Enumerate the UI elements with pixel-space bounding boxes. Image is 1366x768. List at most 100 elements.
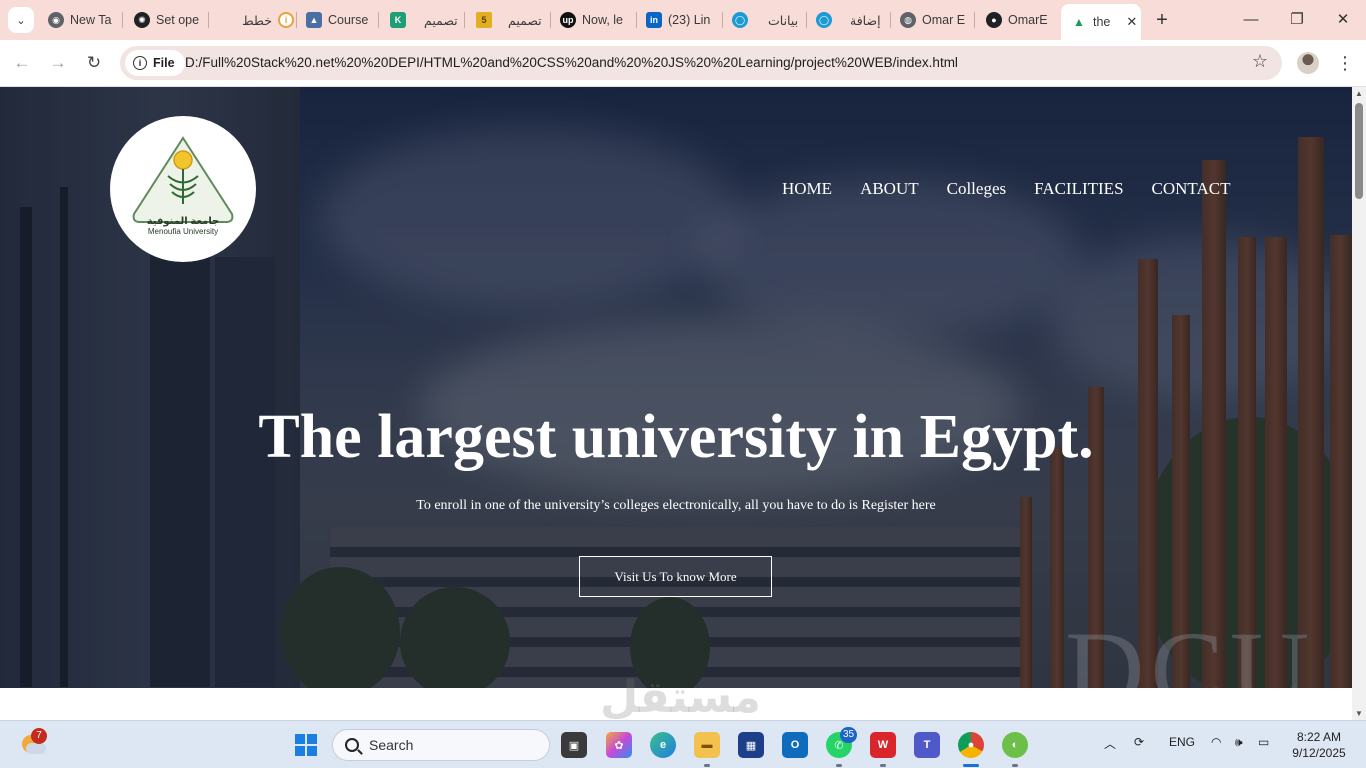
ring-icon: ◯ <box>816 12 832 28</box>
tab-linkedin[interactable]: in (23) Lin <box>640 6 716 34</box>
weather-cloud-icon <box>26 743 46 754</box>
scroll-thumb[interactable] <box>1355 103 1363 199</box>
store-icon[interactable]: ▦ <box>738 732 764 758</box>
page-viewport: DCU جامعة المنوفية Menoufia University H… <box>0 87 1352 720</box>
wps-office-icon[interactable]: W <box>870 732 896 758</box>
nav-home-link[interactable]: HOME <box>782 179 832 199</box>
nav-about-link[interactable]: ABOUT <box>860 179 919 199</box>
course-icon: ▲ <box>306 12 322 28</box>
app-green-icon[interactable]: ◐ <box>1002 732 1028 758</box>
tab-design-1[interactable]: K تصميم <box>384 6 460 34</box>
tab-label: خطط <box>242 13 272 28</box>
arrow-right-icon: → <box>49 53 67 72</box>
file-explorer-icon[interactable]: ▬ <box>694 732 720 758</box>
browser-toolbar: ← → ↻ i File D:/Full%20Stack%20.net%20%2… <box>0 40 1366 87</box>
weather-widget[interactable]: 7 <box>20 728 47 757</box>
hero-section: DCU جامعة المنوفية Menoufia University H… <box>0 87 1352 688</box>
page-scrollbar[interactable]: ▲ ▼ <box>1352 87 1366 720</box>
tab-github[interactable]: ● OmarE <box>980 6 1056 34</box>
chrome-taskbar-icon[interactable]: ● <box>958 732 984 758</box>
chevron-down-icon: ⌄ <box>16 14 26 27</box>
close-tab-icon[interactable]: ✕ <box>1126 14 1137 30</box>
battery-icon[interactable]: ▭ <box>1258 735 1269 749</box>
tab-set-ope[interactable]: ✺ Set ope <box>128 6 204 34</box>
show-hidden-icons-chevron-up-icon[interactable]: ︿ <box>1104 735 1116 752</box>
tab-label: (23) Lin <box>668 13 711 27</box>
tab-label: إضافة <box>850 13 881 28</box>
edge-icon[interactable]: e <box>650 732 676 758</box>
nav-colleges-link[interactable]: Colleges <box>947 179 1007 199</box>
volume-icon[interactable]: 🕪 <box>1235 735 1243 750</box>
tab-add[interactable]: ◯ إضافة <box>810 6 886 34</box>
menu-kebab-icon[interactable]: ⋮ <box>1336 51 1354 75</box>
nav-contact-link[interactable]: CONTACT <box>1152 179 1231 199</box>
tab-omar-e[interactable]: ◍ Omar E <box>894 6 970 34</box>
weather-badge: 7 <box>31 728 47 744</box>
tab-design-2[interactable]: 5 تصميم <box>470 6 546 34</box>
clock-date: 9/12/2025 <box>1292 746 1346 760</box>
search-placeholder: Search <box>369 737 414 753</box>
reload-icon: ↻ <box>86 53 102 72</box>
tab-label: Now, le <box>582 13 623 27</box>
clock-time: 8:22 AM <box>1296 730 1342 744</box>
main-nav: HOME ABOUT Colleges FACILITIES CONTACT <box>782 179 1230 199</box>
scroll-down-icon[interactable]: ▼ <box>1355 709 1363 718</box>
openai-icon: ✺ <box>134 12 150 28</box>
task-view-icon[interactable]: ▣ <box>561 732 587 758</box>
new-tab-button[interactable]: + <box>1151 8 1173 32</box>
minimize-button[interactable]: — <box>1228 8 1274 32</box>
forward-button[interactable]: → <box>46 51 70 75</box>
url-text[interactable]: D:/Full%20Stack%20.net%20%20DEPI/HTML%20… <box>185 55 958 70</box>
outlook-icon[interactable]: O <box>782 732 808 758</box>
teams-icon[interactable]: T <box>914 732 940 758</box>
tab-label: بيانات <box>768 13 799 28</box>
bookmark-star-icon[interactable]: ☆ <box>1252 51 1268 72</box>
profile-avatar[interactable] <box>1297 52 1319 74</box>
drive-icon: ▲ <box>1071 14 1087 30</box>
chip-label: File <box>153 56 175 70</box>
hero-headline: The largest university in Egypt. <box>258 403 1094 471</box>
taskbar-search[interactable]: Search <box>332 729 550 761</box>
logo-english-text: Menoufia University <box>147 227 219 236</box>
tab-label: Set ope <box>156 13 200 27</box>
tab-search-button[interactable]: ⌄ <box>8 7 34 33</box>
tab-course[interactable]: ▲ Course <box>300 6 372 34</box>
system-clock[interactable]: 8:22 AM 9/12/2025 <box>1286 729 1352 761</box>
tab-label: تصميم <box>508 13 542 28</box>
info-circle-icon: i <box>278 12 294 28</box>
restore-button[interactable]: ❐ <box>1274 8 1320 32</box>
scroll-up-icon[interactable]: ▲ <box>1355 89 1363 98</box>
tab-label: OmarE <box>1008 13 1048 27</box>
linkedin-icon: in <box>646 12 662 28</box>
chrome-icon: ◉ <box>48 12 64 28</box>
address-bar[interactable]: i File D:/Full%20Stack%20.net%20%20DEPI/… <box>120 46 1282 80</box>
tab-plans[interactable]: i خطط <box>214 6 294 34</box>
language-indicator[interactable]: ENG <box>1169 735 1195 749</box>
site-info-chip[interactable]: i File <box>125 50 185 76</box>
watermark: مستقل <box>600 673 761 720</box>
tab-new-tab[interactable]: ◉ New Ta <box>42 6 118 34</box>
reload-button[interactable]: ↻ <box>82 51 106 75</box>
hero-subline: To enroll in one of the university’s col… <box>416 498 936 513</box>
logo-caption: جامعة المنوفية Menoufia University <box>131 216 235 236</box>
visit-us-button[interactable]: Visit Us To know More <box>579 556 772 597</box>
tab-strip: ⌄ ◉ New Ta ✺ Set ope i خطط ▲ Course K تص… <box>0 0 1366 40</box>
back-button[interactable]: ← <box>10 51 34 75</box>
tab-label: the <box>1093 15 1111 29</box>
close-window-button[interactable]: ✕ <box>1320 8 1366 32</box>
logo-arabic-text: جامعة المنوفية <box>146 216 220 227</box>
wifi-icon[interactable]: ◠ <box>1211 735 1221 749</box>
nav-facilities-link[interactable]: FACILITIES <box>1034 179 1123 199</box>
search-icon <box>345 738 359 752</box>
globe-icon: ◍ <box>900 12 916 28</box>
khamsat-k-icon: K <box>390 12 406 28</box>
tab-data[interactable]: ◯ بيانات <box>726 6 802 34</box>
tab-active[interactable]: ▲ the ✕ <box>1061 4 1141 40</box>
tab-upwork[interactable]: up Now, le <box>554 6 630 34</box>
copilot-icon[interactable]: ✿ <box>606 732 632 758</box>
whatsapp-badge: 35 <box>840 727 858 743</box>
start-button[interactable] <box>295 734 317 756</box>
tab-label: تصميم <box>424 13 458 28</box>
sync-icon[interactable]: ⟳ <box>1134 735 1144 749</box>
five-icon: 5 <box>476 12 492 28</box>
